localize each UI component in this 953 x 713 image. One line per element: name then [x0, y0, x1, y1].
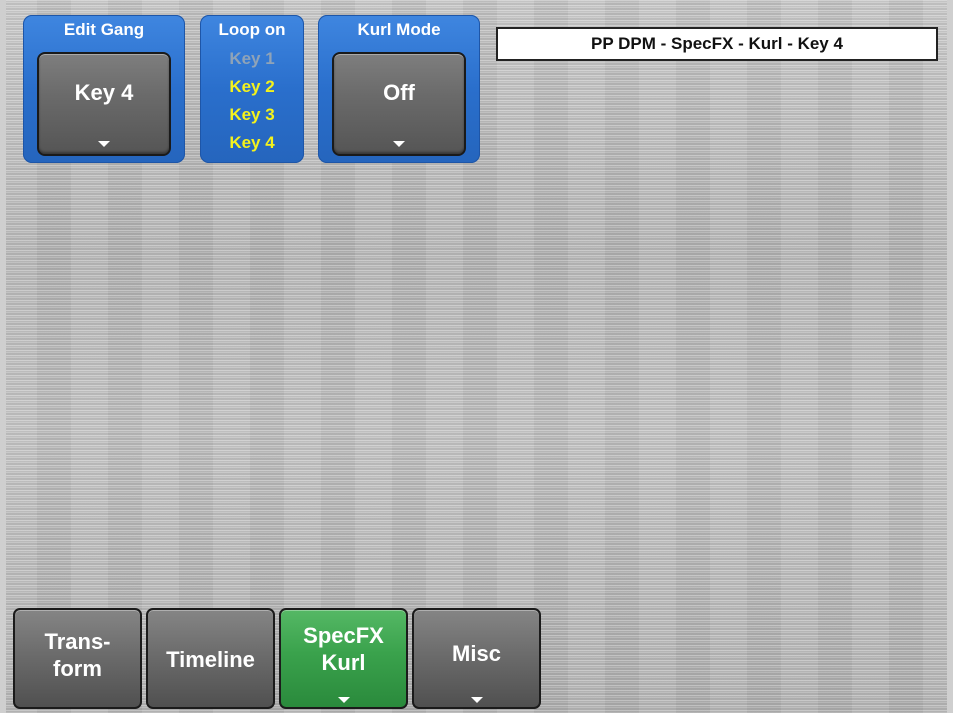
tab-timeline[interactable]: Timeline [146, 608, 275, 709]
status-display: PP DPM - SpecFX - Kurl - Key 4 [496, 27, 938, 61]
kurl-mode-button[interactable]: Off [332, 52, 466, 156]
tab-misc-label: Misc [452, 641, 501, 666]
chevron-down-icon [393, 141, 405, 147]
loop-on-title: Loop on [218, 20, 286, 39]
loop-item-key2[interactable]: Key 2 [200, 77, 304, 97]
loop-item-key1[interactable]: Key 1 [200, 49, 304, 69]
chevron-down-icon [470, 697, 483, 703]
tab-transform-label: Trans- form [44, 629, 111, 681]
tab-specfx-kurl[interactable]: SpecFX Kurl [279, 608, 408, 709]
kurl-mode-title: Kurl Mode [357, 20, 441, 39]
edit-gang-button[interactable]: Key 4 [37, 52, 171, 156]
tab-specfx-kurl-label: SpecFX Kurl [303, 623, 384, 675]
tab-misc[interactable]: Misc [412, 608, 541, 709]
edit-gang-value: Key 4 [74, 80, 134, 105]
loop-item-key4[interactable]: Key 4 [200, 133, 304, 153]
loop-on-group: Loop on Key 1 Key 2 Key 3 Key 4 [200, 15, 304, 163]
frame-edge-right [947, 0, 953, 713]
edit-gang-title: Edit Gang [63, 20, 145, 39]
chevron-down-icon [98, 141, 110, 147]
frame-edge-left [0, 0, 6, 713]
edit-gang-group: Edit Gang Key 4 [23, 15, 185, 163]
tab-transform[interactable]: Trans- form [13, 608, 142, 709]
loop-item-key3[interactable]: Key 3 [200, 105, 304, 125]
tab-timeline-label: Timeline [166, 647, 255, 672]
chevron-down-icon [337, 697, 350, 703]
kurl-mode-group: Kurl Mode Off [318, 15, 480, 163]
kurl-mode-value: Off [383, 80, 415, 105]
panel-background: Edit Gang Key 4 Loop on Key 1 Key 2 Key … [0, 0, 953, 713]
